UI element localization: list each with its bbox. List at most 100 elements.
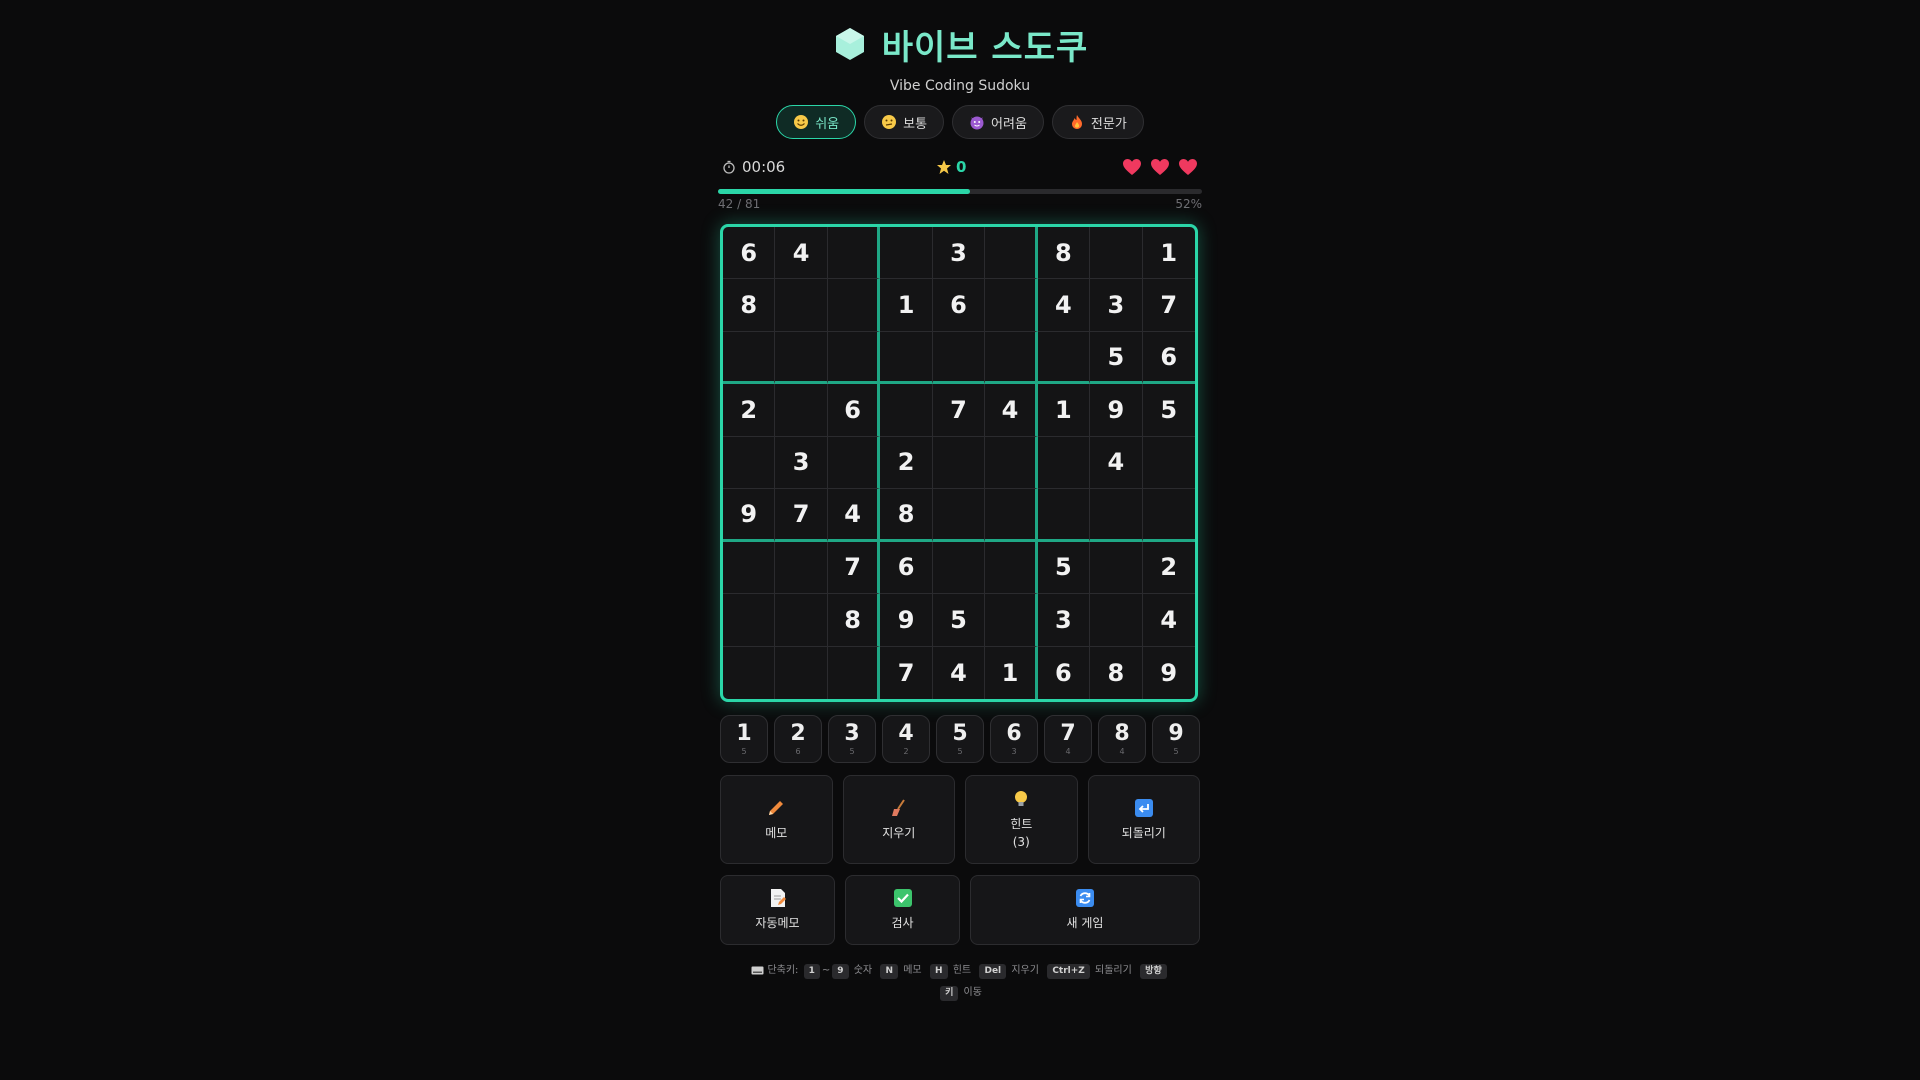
number-button-7[interactable]: 74 (1044, 715, 1092, 763)
sudoku-cell[interactable]: 4 (1090, 436, 1143, 490)
sudoku-cell[interactable] (985, 594, 1038, 647)
sudoku-cell[interactable]: 3 (1037, 594, 1091, 647)
sudoku-cell[interactable] (1142, 437, 1195, 490)
sudoku-cell[interactable] (775, 331, 828, 385)
sudoku-cell[interactable] (827, 279, 881, 332)
sudoku-cell[interactable] (723, 541, 776, 595)
sudoku-cell[interactable]: 7 (827, 541, 881, 595)
sudoku-cell[interactable] (932, 436, 986, 490)
sudoku-cell[interactable]: 8 (723, 279, 776, 332)
sudoku-cell[interactable]: 2 (880, 436, 933, 490)
sudoku-cell[interactable]: 6 (880, 541, 933, 595)
number-button-4[interactable]: 42 (882, 715, 930, 763)
sudoku-cell[interactable] (723, 646, 776, 699)
sudoku-cell[interactable] (775, 541, 828, 595)
sudoku-cell[interactable]: 8 (880, 489, 933, 542)
sudoku-cell[interactable]: 1 (1142, 227, 1195, 280)
sudoku-cell[interactable]: 6 (827, 384, 881, 437)
sudoku-cell[interactable] (880, 384, 933, 437)
sudoku-cell[interactable]: 2 (1142, 542, 1195, 595)
sudoku-cell[interactable] (985, 279, 1038, 332)
sudoku-cell[interactable]: 6 (932, 279, 986, 332)
sudoku-cell[interactable] (932, 489, 986, 542)
sudoku-cell[interactable]: 1 (1037, 384, 1091, 437)
difficulty-expert-button[interactable]: 전문가 (1051, 105, 1144, 139)
sudoku-cell[interactable]: 4 (933, 646, 986, 699)
sudoku-cell[interactable]: 8 (827, 594, 881, 647)
sudoku-cell[interactable]: 1 (880, 279, 933, 332)
sudoku-cell[interactable]: 7 (932, 384, 986, 437)
sudoku-cell[interactable] (1037, 436, 1091, 490)
sudoku-cell[interactable]: 5 (1037, 541, 1091, 595)
sudoku-cell[interactable]: 6 (1038, 646, 1091, 699)
sudoku-cell[interactable]: 4 (985, 384, 1038, 437)
sudoku-cell[interactable]: 7 (1142, 279, 1195, 332)
hint-button[interactable]: 힌트 (3) (965, 775, 1078, 864)
sudoku-cell[interactable]: 4 (1142, 594, 1195, 647)
number-button-1[interactable]: 15 (720, 715, 768, 763)
sudoku-cell[interactable]: 8 (1090, 646, 1143, 699)
sudoku-cell[interactable] (827, 436, 881, 490)
sudoku-cell[interactable]: 1 (985, 646, 1038, 699)
number-button-6[interactable]: 63 (990, 715, 1038, 763)
difficulty-easy-button[interactable]: 쉬움 (776, 105, 857, 139)
sudoku-cell[interactable]: 4 (775, 227, 828, 280)
auto-memo-button[interactable]: 자동메모 (720, 875, 835, 945)
number-button-9[interactable]: 95 (1152, 715, 1200, 763)
sudoku-cell[interactable] (932, 331, 986, 385)
sudoku-cell[interactable] (827, 331, 881, 385)
sudoku-cell[interactable]: 8 (1037, 227, 1091, 280)
sudoku-cell[interactable] (1142, 489, 1195, 542)
sudoku-cell[interactable] (828, 646, 881, 699)
sudoku-cell[interactable] (723, 331, 776, 385)
number-button-2[interactable]: 26 (774, 715, 822, 763)
sudoku-cell[interactable] (775, 384, 828, 437)
sudoku-cell[interactable] (723, 594, 776, 647)
sudoku-cell[interactable]: 4 (1037, 279, 1091, 332)
undo-button[interactable]: 되돌리기 (1087, 775, 1200, 864)
difficulty-hard-button[interactable]: 어려움 (952, 105, 1044, 139)
sudoku-cell[interactable] (985, 331, 1038, 385)
sudoku-cell[interactable]: 9 (1143, 647, 1195, 699)
sudoku-cell[interactable]: 3 (775, 436, 828, 490)
sudoku-cell[interactable]: 7 (880, 646, 933, 699)
sudoku-cell[interactable] (775, 646, 828, 699)
sudoku-cell[interactable]: 6 (723, 227, 776, 280)
number-button-5[interactable]: 55 (936, 715, 984, 763)
memo-button[interactable]: 메모 (720, 775, 833, 864)
sudoku-cell[interactable] (827, 227, 881, 280)
sudoku-cell[interactable] (985, 227, 1038, 280)
sudoku-cell[interactable] (880, 227, 933, 280)
sudoku-cell[interactable]: 3 (932, 227, 986, 280)
sudoku-cell[interactable] (1090, 541, 1143, 595)
sudoku-cell[interactable]: 7 (775, 489, 828, 542)
sudoku-cell[interactable] (932, 541, 986, 595)
sudoku-cell[interactable]: 2 (723, 384, 776, 437)
sudoku-cell[interactable] (985, 436, 1038, 490)
sudoku-cell[interactable] (723, 436, 776, 490)
sudoku-cell[interactable] (985, 541, 1038, 595)
sudoku-cell[interactable] (775, 279, 828, 332)
sudoku-cell[interactable]: 3 (1090, 279, 1143, 332)
sudoku-cell[interactable]: 5 (1142, 384, 1195, 437)
sudoku-cell[interactable]: 9 (1090, 384, 1143, 437)
sudoku-cell[interactable] (1090, 594, 1143, 647)
sudoku-cell[interactable]: 5 (1090, 331, 1143, 385)
check-button[interactable]: 검사 (845, 875, 960, 945)
sudoku-cell[interactable]: 9 (723, 489, 776, 542)
sudoku-cell[interactable] (880, 331, 933, 385)
number-button-8[interactable]: 84 (1098, 715, 1146, 763)
sudoku-cell[interactable]: 4 (827, 489, 881, 542)
sudoku-cell[interactable] (1090, 489, 1143, 542)
sudoku-cell[interactable] (1037, 489, 1091, 542)
new-game-button[interactable]: 새 게임 (970, 875, 1200, 945)
sudoku-cell[interactable]: 9 (880, 594, 933, 647)
sudoku-cell[interactable]: 6 (1142, 332, 1195, 385)
difficulty-normal-button[interactable]: 보통 (864, 105, 945, 139)
sudoku-cell[interactable]: 5 (932, 594, 986, 647)
sudoku-cell[interactable] (1090, 227, 1143, 280)
sudoku-cell[interactable] (1037, 331, 1091, 385)
number-button-3[interactable]: 35 (828, 715, 876, 763)
erase-button[interactable]: 지우기 (842, 775, 955, 864)
sudoku-cell[interactable] (775, 594, 828, 647)
